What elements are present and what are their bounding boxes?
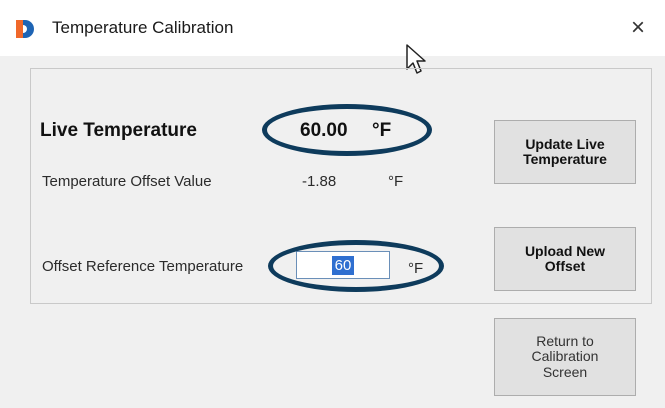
return-to-calibration-button[interactable]: Return to Calibration Screen [494,318,636,396]
title-bar[interactable]: Temperature Calibration × [0,0,665,56]
close-icon: × [630,14,645,41]
update-live-temperature-button[interactable]: Update Live Temperature [494,120,636,184]
offset-reference-label: Offset Reference Temperature [42,258,244,275]
upload-new-offset-button[interactable]: Upload New Offset [494,227,636,291]
app-logo-icon [16,20,34,38]
temperature-calibration-dialog: Temperature Calibration × Live Temperatu… [0,0,665,408]
return-to-calibration-label: Return to Calibration Screen [531,332,599,380]
temperature-offset-label: Temperature Offset Value [42,173,212,190]
live-temperature-value: 60.00 [300,120,348,141]
update-live-temperature-label: Update Live Temperature [523,135,607,167]
window-title: Temperature Calibration [52,18,234,37]
live-temperature-label: Live Temperature [40,120,197,141]
offset-reference-unit: °F [408,260,424,277]
temperature-offset-unit: °F [388,173,404,190]
live-temperature-unit: °F [372,120,392,141]
temperature-offset-value: -1.88 [302,173,337,190]
upload-new-offset-label: Upload New Offset [524,242,606,274]
close-button[interactable]: × [615,8,661,48]
offset-reference-input[interactable]: 60 [296,251,390,279]
offset-reference-selected-text: 60 [331,255,355,275]
